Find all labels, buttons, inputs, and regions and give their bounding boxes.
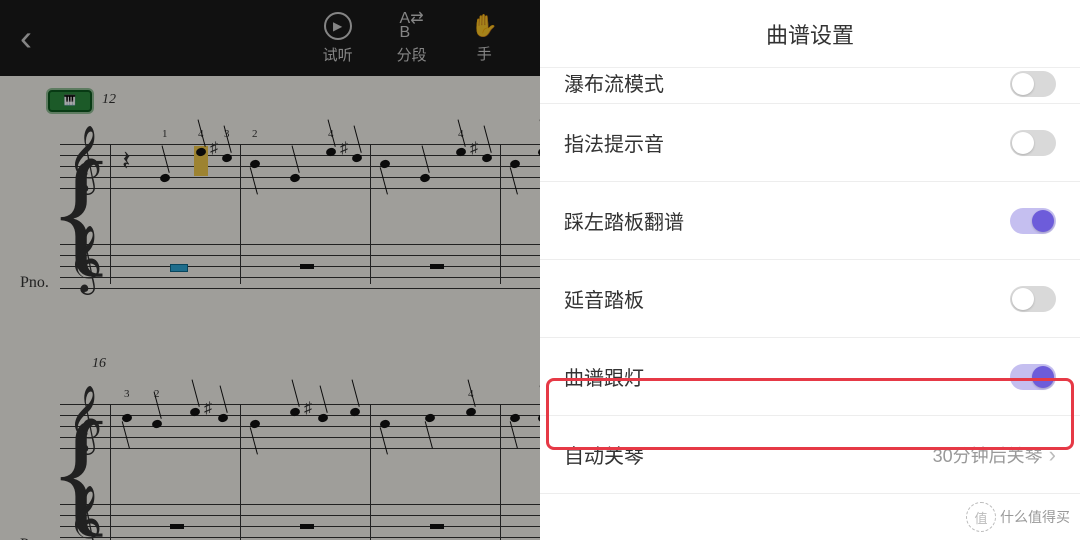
playback-marker[interactable] [48,90,92,112]
whole-rest-icon [170,524,184,529]
treble-staff: 𝄞 3 2 ♯ ♯ 4 [60,396,540,448]
toggle-switch[interactable] [1010,286,1056,312]
staff-system: { 𝄞 𝄽 1 4 ♯ 3 2 [60,136,540,336]
rest-highlight [170,264,188,272]
score-area: 12 16 Pno. Pno. { 𝄞 𝄽 1 4 ♯ 3 [0,76,540,540]
setting-value: 30分钟后关琴 [933,442,1043,468]
section-button[interactable]: A⇄B 分段 [397,12,427,65]
bass-staff: 𝄞 [60,496,540,540]
hand-label: 手 [477,43,492,64]
treble-clef-icon: 𝄞 [68,230,102,288]
watermark-badge: 值 [966,502,996,532]
settings-title: 曲谱设置 [766,18,854,50]
whole-rest-icon [430,264,444,269]
setting-fingering-sound[interactable]: 指法提示音 [540,104,1080,182]
setting-sustain-pedal[interactable]: 延音踏板 [540,260,1080,338]
settings-header: 曲谱设置 [540,0,1080,68]
toggle-switch[interactable] [1010,208,1056,234]
hand-button[interactable]: ✋ 手 [471,13,498,64]
setting-auto-off[interactable]: 自动关琴 30分钟后关琴 › [540,416,1080,494]
treble-clef-icon: 𝄞 [68,390,102,448]
ab-icon: A⇄B [400,12,424,40]
measure-number: 16 [92,356,106,372]
treble-staff: 𝄞 𝄽 1 4 ♯ 3 2 4 ♯ [60,136,540,188]
bass-staff: 𝄞 [60,236,540,288]
settings-panel: 曲谱设置 瀑布流模式 指法提示音 踩左踏板翻谱 延音踏板 曲谱跟灯 自动关琴 3… [540,0,1080,540]
toggle-switch[interactable] [1010,71,1056,97]
listen-button[interactable]: ▶ 试听 [323,12,353,65]
toggle-switch[interactable] [1010,130,1056,156]
setting-label: 瀑布流模式 [564,68,1010,97]
top-toolbar: ‹ ▶ 试听 A⇄B 分段 ✋ 手 [0,0,540,76]
setting-label: 指法提示音 [564,128,1010,157]
whole-rest-icon [430,524,444,529]
treble-clef-icon: 𝄞 [68,130,102,188]
chevron-right-icon: › [1049,442,1056,468]
hand-icon: ✋ [471,13,498,39]
watermark-text: 什么值得买 [1000,507,1070,527]
whole-rest-icon [300,524,314,529]
instrument-label: Pno. [20,274,49,292]
setting-score-light[interactable]: 曲谱跟灯 [540,338,1080,416]
measure-number: 12 [102,92,116,108]
staff-system: { 𝄞 3 2 ♯ ♯ [60,396,540,540]
setting-label: 曲谱跟灯 [564,362,1010,391]
back-icon[interactable]: ‹ [20,17,32,59]
instrument-label: Pno. [20,536,49,540]
section-label: 分段 [397,44,427,65]
setting-waterfall-mode[interactable]: 瀑布流模式 [540,68,1080,104]
toggle-switch[interactable] [1010,364,1056,390]
setting-label: 自动关琴 [564,440,933,469]
play-icon: ▶ [324,12,352,40]
setting-label: 踩左踏板翻谱 [564,206,1010,235]
score-view-dimmed: ‹ ▶ 试听 A⇄B 分段 ✋ 手 12 16 Pno. Pno. { 𝄞 [0,0,540,540]
whole-rest-icon [300,264,314,269]
settings-list[interactable]: 瀑布流模式 指法提示音 踩左踏板翻谱 延音踏板 曲谱跟灯 自动关琴 30分钟后关… [540,68,1080,540]
treble-clef-icon: 𝄞 [68,490,102,540]
setting-label: 延音踏板 [564,284,1010,313]
quarter-rest-icon: 𝄽 [122,146,131,178]
watermark: 值 什么值得买 [966,502,1070,532]
listen-label: 试听 [323,44,353,65]
setting-left-pedal-turn[interactable]: 踩左踏板翻谱 [540,182,1080,260]
